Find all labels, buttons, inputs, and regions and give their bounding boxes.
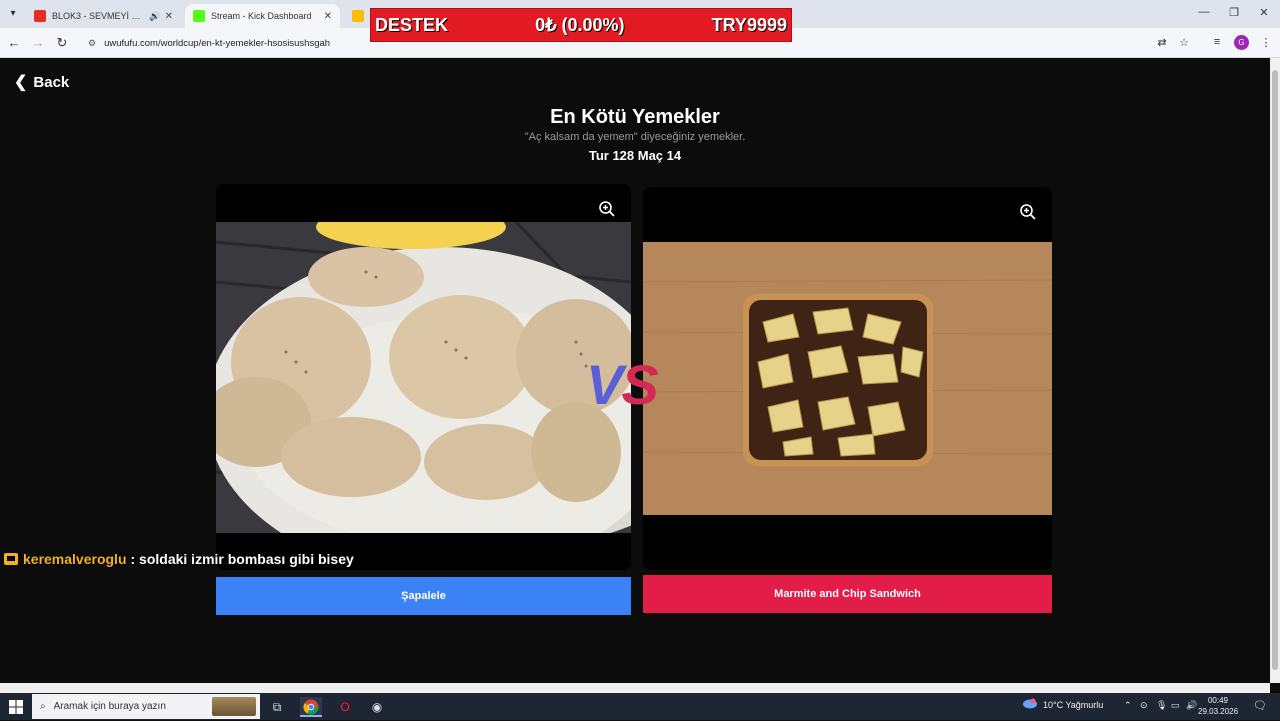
profile-avatar[interactable]: G: [1234, 35, 1249, 50]
right-candidate-card[interactable]: [643, 187, 1052, 570]
translate-icon[interactable]: ⇄: [1154, 36, 1170, 49]
task-view-icon[interactable]: ⧉: [266, 697, 288, 717]
browser-tab-youtube[interactable]: BLOK3 - SEVMEYİ DENEMEM 🔊 ✕: [26, 4, 181, 28]
subscriber-badge-icon: [4, 553, 18, 565]
back-label: Back: [33, 73, 70, 91]
chat-message-overlay: keremalveroglu : soldaki izmir bombası g…: [4, 551, 354, 567]
chat-username: keremalveroglu: [23, 551, 127, 567]
microphone-icon[interactable]: 🎙: [1156, 700, 1167, 711]
browser-tab-kick[interactable]: Stream - Kick Dashboard ✕: [185, 4, 340, 28]
reload-icon[interactable]: ↻: [54, 35, 70, 51]
chevron-left-icon: ❮: [14, 74, 28, 91]
back-arrow-icon[interactable]: ←: [6, 35, 22, 50]
rain-cloud-icon: [1023, 698, 1037, 709]
clock-date: 29.03.2026: [1198, 707, 1239, 716]
tab-title: Stream - Kick Dashboard: [211, 11, 312, 21]
restore-window-icon[interactable]: ❐: [1224, 6, 1244, 19]
marmite-chip-sandwich-image[interactable]: [643, 242, 1052, 515]
scrollbar-thumb[interactable]: [1272, 70, 1278, 670]
browser-menu-icon[interactable]: ⋮: [1258, 36, 1274, 49]
tray-app-icon[interactable]: ⊙: [1140, 700, 1148, 711]
minimize-window-icon[interactable]: —: [1194, 6, 1214, 18]
url-text: uwufufu.com/worldcup/en-kt-yemekler-hsos…: [104, 37, 331, 49]
vertical-scrollbar[interactable]: [1270, 58, 1280, 683]
taskbar-search-placeholder: Aramak için buraya yazın: [53, 701, 166, 712]
notifications-icon[interactable]: 🗨: [1253, 699, 1267, 712]
youtube-favicon-icon: [34, 10, 46, 22]
close-tab-icon[interactable]: ✕: [165, 11, 173, 22]
horizontal-scrollbar[interactable]: [0, 683, 1270, 693]
chrome-taskbar-icon[interactable]: [300, 697, 322, 717]
chrome-logo-icon: [303, 699, 319, 715]
select-left-button[interactable]: Şapalele: [216, 577, 631, 615]
close-tab-icon[interactable]: ✕: [324, 11, 332, 22]
left-candidate-card[interactable]: [216, 184, 631, 570]
weather-text[interactable]: 10°C Yağmurlu: [1043, 700, 1103, 710]
tray-chevron-up-icon[interactable]: ⌃: [1124, 700, 1132, 711]
speaker-icon[interactable]: 🔊: [149, 11, 160, 22]
page-title: En Kötü Yemekler: [550, 106, 720, 128]
overlay-goal: TRY9999: [711, 14, 787, 35]
forward-arrow-icon[interactable]: →: [30, 35, 46, 50]
round-indicator: Tur 128 Maç 14: [588, 148, 682, 163]
site-info-icon[interactable]: ⚙: [88, 38, 96, 49]
volume-icon[interactable]: 🔊: [1186, 700, 1197, 711]
tab-title: BLOK3 - SEVMEYİ DENEMEM: [52, 11, 145, 21]
vs-letter-s: S: [621, 353, 658, 416]
obs-taskbar-icon[interactable]: ◉: [366, 697, 388, 717]
opera-taskbar-icon[interactable]: O: [334, 697, 356, 717]
media-queue-icon[interactable]: ≡: [1209, 36, 1225, 48]
network-icon[interactable]: ▭: [1171, 700, 1180, 711]
select-right-button[interactable]: Marmite and Chip Sandwich: [643, 575, 1052, 613]
close-window-icon[interactable]: ✕: [1254, 6, 1274, 19]
bookmark-star-icon[interactable]: ☆: [1176, 36, 1192, 49]
search-highlight-image: [212, 697, 256, 716]
sapalele-image[interactable]: [216, 222, 631, 533]
page-subtitle: "Aç kalsam da yemem" diyeceğiniz yemekle…: [524, 131, 746, 143]
zoom-in-icon[interactable]: [1019, 203, 1037, 221]
windows-start-icon[interactable]: [9, 700, 23, 714]
chat-text: : soldaki izmir bombası gibi bisey: [130, 551, 354, 567]
search-icon: ⌕: [40, 701, 46, 712]
donation-goal-overlay: DESTEK 0₺ (0.00%) TRY9999: [370, 8, 792, 42]
overlay-progress: 0₺ (0.00%): [535, 14, 625, 35]
clock-time: 00:49: [1207, 696, 1229, 705]
overlay-label: DESTEK: [375, 14, 449, 35]
weather-icon[interactable]: [1022, 698, 1038, 712]
tab-favicon-icon: [352, 10, 364, 22]
tab-search-button[interactable]: ▾: [4, 5, 22, 23]
zoom-in-icon[interactable]: [598, 200, 616, 218]
vs-letter-v: V: [586, 353, 623, 416]
taskbar-search-box[interactable]: ⌕ Aramak için buraya yazın: [32, 694, 260, 719]
kick-favicon-icon: [193, 10, 205, 22]
vs-badge: VS: [586, 352, 659, 417]
back-button[interactable]: ❮ Back: [14, 72, 69, 92]
taskbar-clock[interactable]: 00:49 29.03.2026: [1198, 695, 1238, 717]
